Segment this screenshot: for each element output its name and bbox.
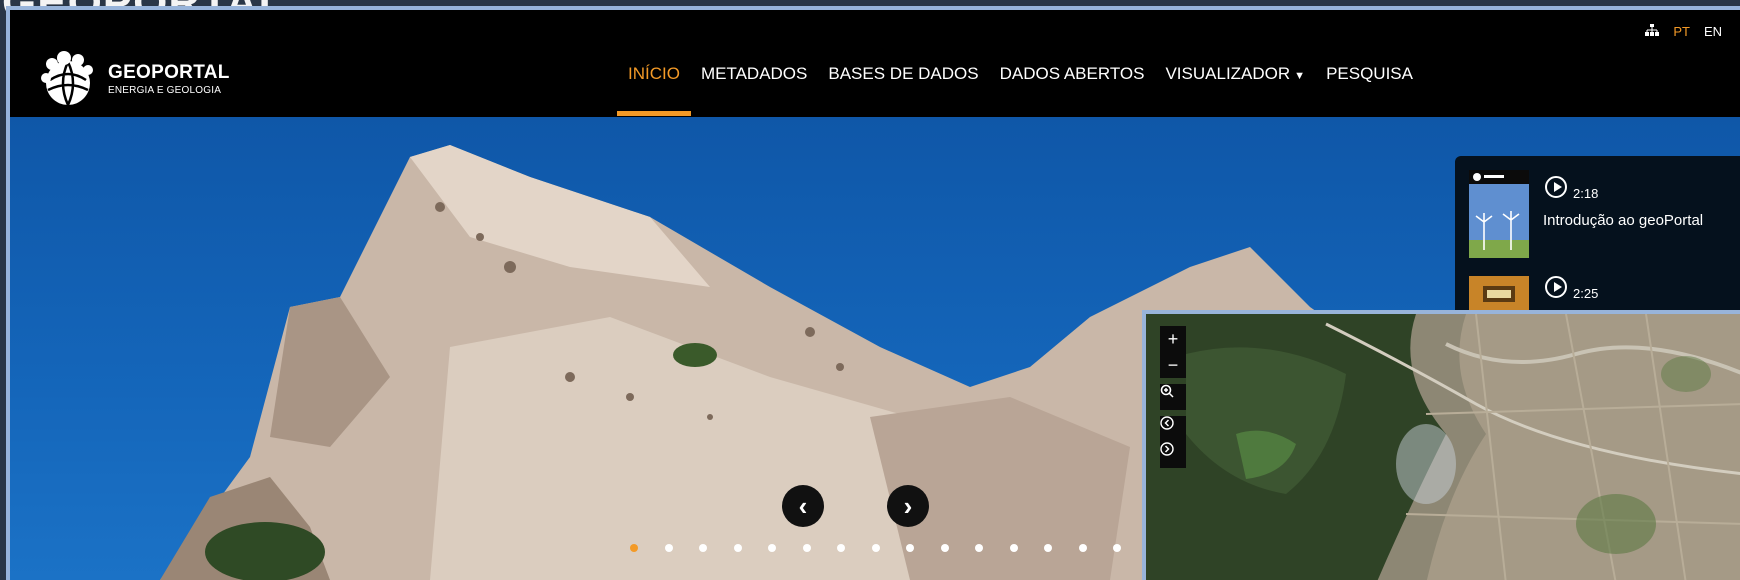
- carousel-prev-button[interactable]: ‹: [782, 485, 824, 527]
- play-icon[interactable]: [1545, 176, 1567, 198]
- carousel-next-button[interactable]: ›: [887, 485, 929, 527]
- carousel-dot[interactable]: [664, 544, 673, 552]
- carousel-dot[interactable]: [768, 544, 776, 552]
- site-logo[interactable]: GEOPORTAL ENERGIA E GEOLOGIA: [40, 50, 230, 108]
- carousel-dot[interactable]: [975, 544, 983, 552]
- nav-dados-abertos[interactable]: DADOS ABERTOS: [997, 64, 1148, 84]
- carousel-dot[interactable]: [1113, 544, 1121, 552]
- previous-extent-icon[interactable]: [1160, 416, 1186, 442]
- next-extent-icon[interactable]: [1160, 442, 1186, 468]
- zoom-in-icon[interactable]: +: [1160, 326, 1186, 352]
- carousel-dot[interactable]: [940, 544, 949, 552]
- carousel-indicators: [630, 544, 1148, 552]
- carousel-dot[interactable]: [1078, 544, 1087, 552]
- carousel-dot[interactable]: [1044, 544, 1052, 552]
- satellite-map: [1146, 314, 1740, 580]
- carousel-dot[interactable]: [837, 544, 845, 552]
- play-icon[interactable]: [1545, 276, 1567, 298]
- video-title: Introdução ao geoPortal: [1543, 212, 1704, 229]
- main-nav: INÍCIO METADADOS BASES DE DADOS DADOS AB…: [617, 64, 1431, 116]
- carousel-dot[interactable]: [906, 544, 914, 552]
- nav-bases-de-dados[interactable]: BASES DE DADOS: [825, 64, 981, 84]
- carousel-dot[interactable]: [871, 544, 880, 552]
- site-header: GEOPORTAL ENERGIA E GEOLOGIA INÍCIO META…: [10, 10, 1740, 117]
- language-bar: PT EN: [1631, 24, 1722, 39]
- chevron-left-icon: ‹: [798, 490, 808, 521]
- video-duration: 2:18: [1573, 186, 1599, 201]
- video-list-panel: 2:18 Introdução ao geoPortal 2:25: [1455, 156, 1740, 316]
- globe-logo-icon: [40, 50, 98, 108]
- chevron-right-icon: ›: [903, 490, 913, 521]
- logo-subtitle: ENERGIA E GEOLOGIA: [108, 85, 222, 96]
- lang-en[interactable]: EN: [1704, 24, 1722, 39]
- nav-inicio[interactable]: INÍCIO: [617, 64, 691, 116]
- zoom-box-icon[interactable]: [1160, 384, 1186, 410]
- map-viewer[interactable]: + −: [1142, 310, 1740, 580]
- sitemap-icon[interactable]: [1645, 24, 1660, 39]
- zoom-out-icon[interactable]: −: [1160, 352, 1186, 378]
- nav-visualizador[interactable]: VISUALIZADOR ▼: [1162, 64, 1308, 84]
- video-item[interactable]: 2:18 Introdução ao geoPortal: [1469, 170, 1740, 260]
- caret-down-icon: ▼: [1294, 70, 1306, 82]
- carousel-dot[interactable]: [630, 544, 638, 552]
- carousel-dot[interactable]: [802, 544, 811, 552]
- video-duration: 2:25: [1573, 286, 1599, 301]
- carousel-dot[interactable]: [699, 544, 707, 552]
- nav-pesquisa[interactable]: PESQUISA: [1323, 64, 1416, 84]
- carousel-dot[interactable]: [1009, 544, 1018, 552]
- logo-title: GEOPORTAL: [108, 62, 230, 83]
- video-thumbnail: [1469, 170, 1529, 258]
- nav-metadados[interactable]: METADADOS: [698, 64, 810, 84]
- lang-pt[interactable]: PT: [1673, 24, 1690, 39]
- nav-visualizador-label: VISUALIZADOR: [1165, 64, 1291, 83]
- carousel-dot[interactable]: [733, 544, 742, 552]
